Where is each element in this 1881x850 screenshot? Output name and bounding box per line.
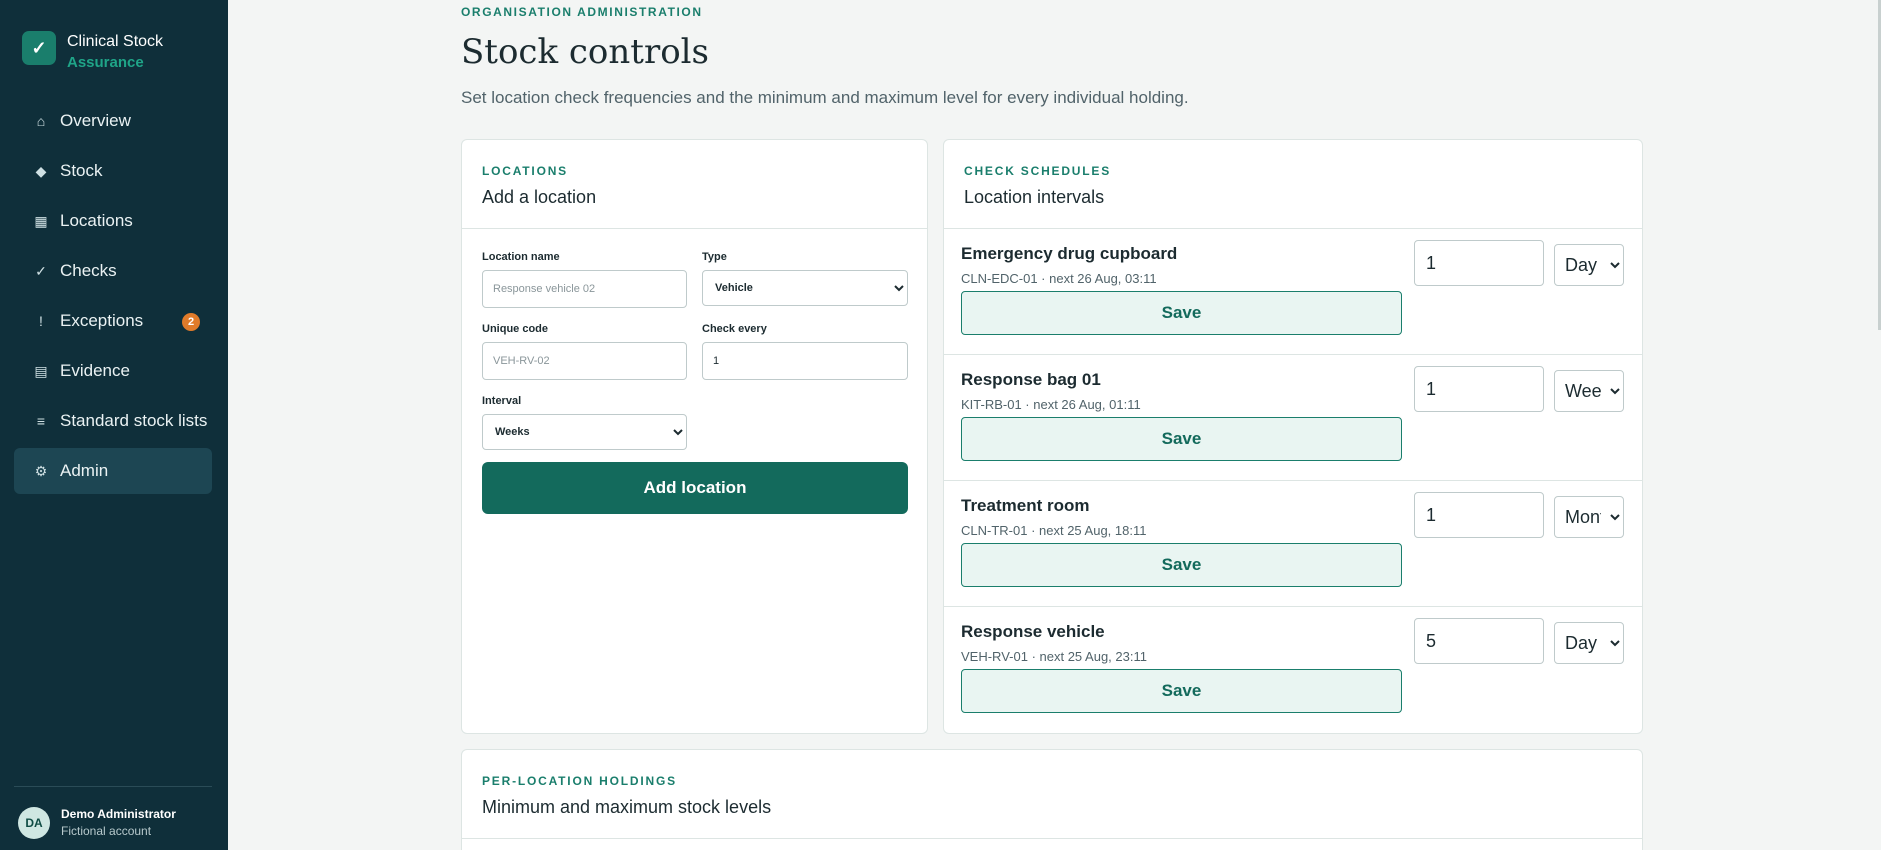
evidence-icon: ▤ <box>34 362 48 379</box>
location-meta: KIT-RB-01 · next 26 Aug, 01:11 <box>961 397 1141 412</box>
location-name: Response vehicle <box>961 622 1105 641</box>
save-button[interactable]: Save <box>961 291 1402 335</box>
check-every-input[interactable] <box>702 342 908 380</box>
sidebar-item-label: Exceptions <box>60 311 144 330</box>
sidebar-item-locations[interactable]: ▦ Locations <box>14 198 212 244</box>
card-title: Minimum and maximum stock levels <box>482 797 772 817</box>
user-account[interactable]: DA Demo Administrator Fictional account <box>18 806 176 840</box>
card-eyebrow: LOCATIONS <box>482 164 568 178</box>
interval-count-input[interactable] <box>1414 492 1544 538</box>
unique-code-input[interactable] <box>482 342 687 380</box>
sidebar-item-label: Overview <box>60 111 131 130</box>
avatar: DA <box>18 807 50 839</box>
card-title: Location intervals <box>964 187 1105 207</box>
interval-label: Interval <box>482 395 522 407</box>
sidebar-item-admin[interactable]: ⚙ Admin <box>14 448 212 494</box>
checks-icon: ✓ <box>35 262 47 279</box>
sidebar-item-overview[interactable]: ⌂ Overview <box>14 98 212 144</box>
type-select[interactable]: Vehicle <box>702 270 908 306</box>
sidebar-item-stock[interactable]: ◆ Stock <box>14 148 212 194</box>
card-title: Add a location <box>482 187 597 207</box>
page-title: Stock controls <box>461 32 709 72</box>
gear-icon: ⚙ <box>34 462 48 479</box>
unique-code-label: Unique code <box>482 323 549 335</box>
card-eyebrow: CHECK SCHEDULES <box>964 164 1112 178</box>
sidebar-item-label: Evidence <box>60 361 130 380</box>
location-name: Response bag 01 <box>961 370 1101 389</box>
divider <box>462 228 927 229</box>
schedule-row: Treatment room CLN-TR-01 · next 25 Aug, … <box>944 481 1642 607</box>
sidebar: ✓ Clinical Stock Assurance ⌂ Overview ◆ … <box>0 0 228 850</box>
interval-unit-select[interactable]: Day <box>1554 622 1624 664</box>
save-button[interactable]: Save <box>961 543 1402 587</box>
interval-count-input[interactable] <box>1414 240 1544 286</box>
location-meta: CLN-TR-01 · next 25 Aug, 18:11 <box>961 523 1147 538</box>
check-every-label: Check every <box>702 323 767 335</box>
interval-count-input[interactable] <box>1414 366 1544 412</box>
locations-icon: ▦ <box>34 212 48 229</box>
schedule-row: Emergency drug cupboard CLN-EDC-01 · nex… <box>944 229 1642 355</box>
card-eyebrow: PER-LOCATION HOLDINGS <box>482 774 677 788</box>
interval-select[interactable]: Weeks <box>482 414 687 450</box>
sidebar-item-label: Admin <box>60 461 109 480</box>
page-description: Set location check frequencies and the m… <box>461 88 1189 107</box>
location-name-input[interactable] <box>482 270 687 308</box>
user-role: Fictional account <box>61 824 152 838</box>
sidebar-nav: ⌂ Overview ◆ Stock ▦ Locations ✓ Checks … <box>14 98 212 498</box>
sidebar-item-exceptions[interactable]: ! Exceptions 2 <box>14 298 212 344</box>
schedule-row: Response vehicle VEH-RV-01 · next 25 Aug… <box>944 607 1642 733</box>
divider <box>462 838 1642 839</box>
check-schedules-card: CHECK SCHEDULES Location intervals Emerg… <box>943 139 1643 734</box>
sidebar-item-evidence[interactable]: ▤ Evidence <box>14 348 212 394</box>
brand-name: Clinical Stock <box>67 33 164 50</box>
exceptions-icon: ! <box>39 313 43 329</box>
sidebar-item-label: Standard stock lists <box>60 411 208 430</box>
check-logo-icon: ✓ <box>22 31 56 65</box>
page-eyebrow: ORGANISATION ADMINISTRATION <box>461 5 703 19</box>
interval-count-input[interactable] <box>1414 618 1544 664</box>
interval-unit-select[interactable]: Month <box>1554 496 1624 538</box>
sidebar-item-checks[interactable]: ✓ Checks <box>14 248 212 294</box>
save-button[interactable]: Save <box>961 669 1402 713</box>
sidebar-item-standard-stock-lists[interactable]: ≡ Standard stock lists <box>14 398 212 444</box>
schedule-row: Response bag 01 KIT-RB-01 · next 26 Aug,… <box>944 355 1642 481</box>
location-name: Emergency drug cupboard <box>961 244 1178 263</box>
stock-icon: ◆ <box>35 162 47 179</box>
brand[interactable]: ✓ Clinical Stock Assurance <box>22 31 163 73</box>
location-name: Treatment room <box>961 496 1090 515</box>
sidebar-item-label: Stock <box>60 161 103 180</box>
type-label: Type <box>702 251 727 263</box>
sidebar-item-label: Checks <box>60 261 117 280</box>
interval-unit-select[interactable]: Day <box>1554 244 1624 286</box>
divider <box>14 786 212 787</box>
list-icon: ≡ <box>36 413 46 429</box>
location-name-label: Location name <box>482 251 560 263</box>
location-meta: VEH-RV-01 · next 25 Aug, 23:11 <box>961 649 1147 664</box>
add-location-button[interactable]: Add location <box>482 462 908 514</box>
brand-subtitle: Assurance <box>67 54 144 71</box>
save-button[interactable]: Save <box>961 417 1402 461</box>
sidebar-item-label: Locations <box>60 211 133 230</box>
home-icon: ⌂ <box>36 113 46 129</box>
exceptions-count-badge: 2 <box>182 313 200 331</box>
locations-card: LOCATIONS Add a location Location name T… <box>461 139 928 734</box>
user-name: Demo Administrator <box>61 807 176 821</box>
holdings-card: PER-LOCATION HOLDINGS Minimum and maximu… <box>461 749 1643 850</box>
interval-unit-select[interactable]: Week <box>1554 370 1624 412</box>
location-meta: CLN-EDC-01 · next 26 Aug, 03:11 <box>961 271 1157 286</box>
